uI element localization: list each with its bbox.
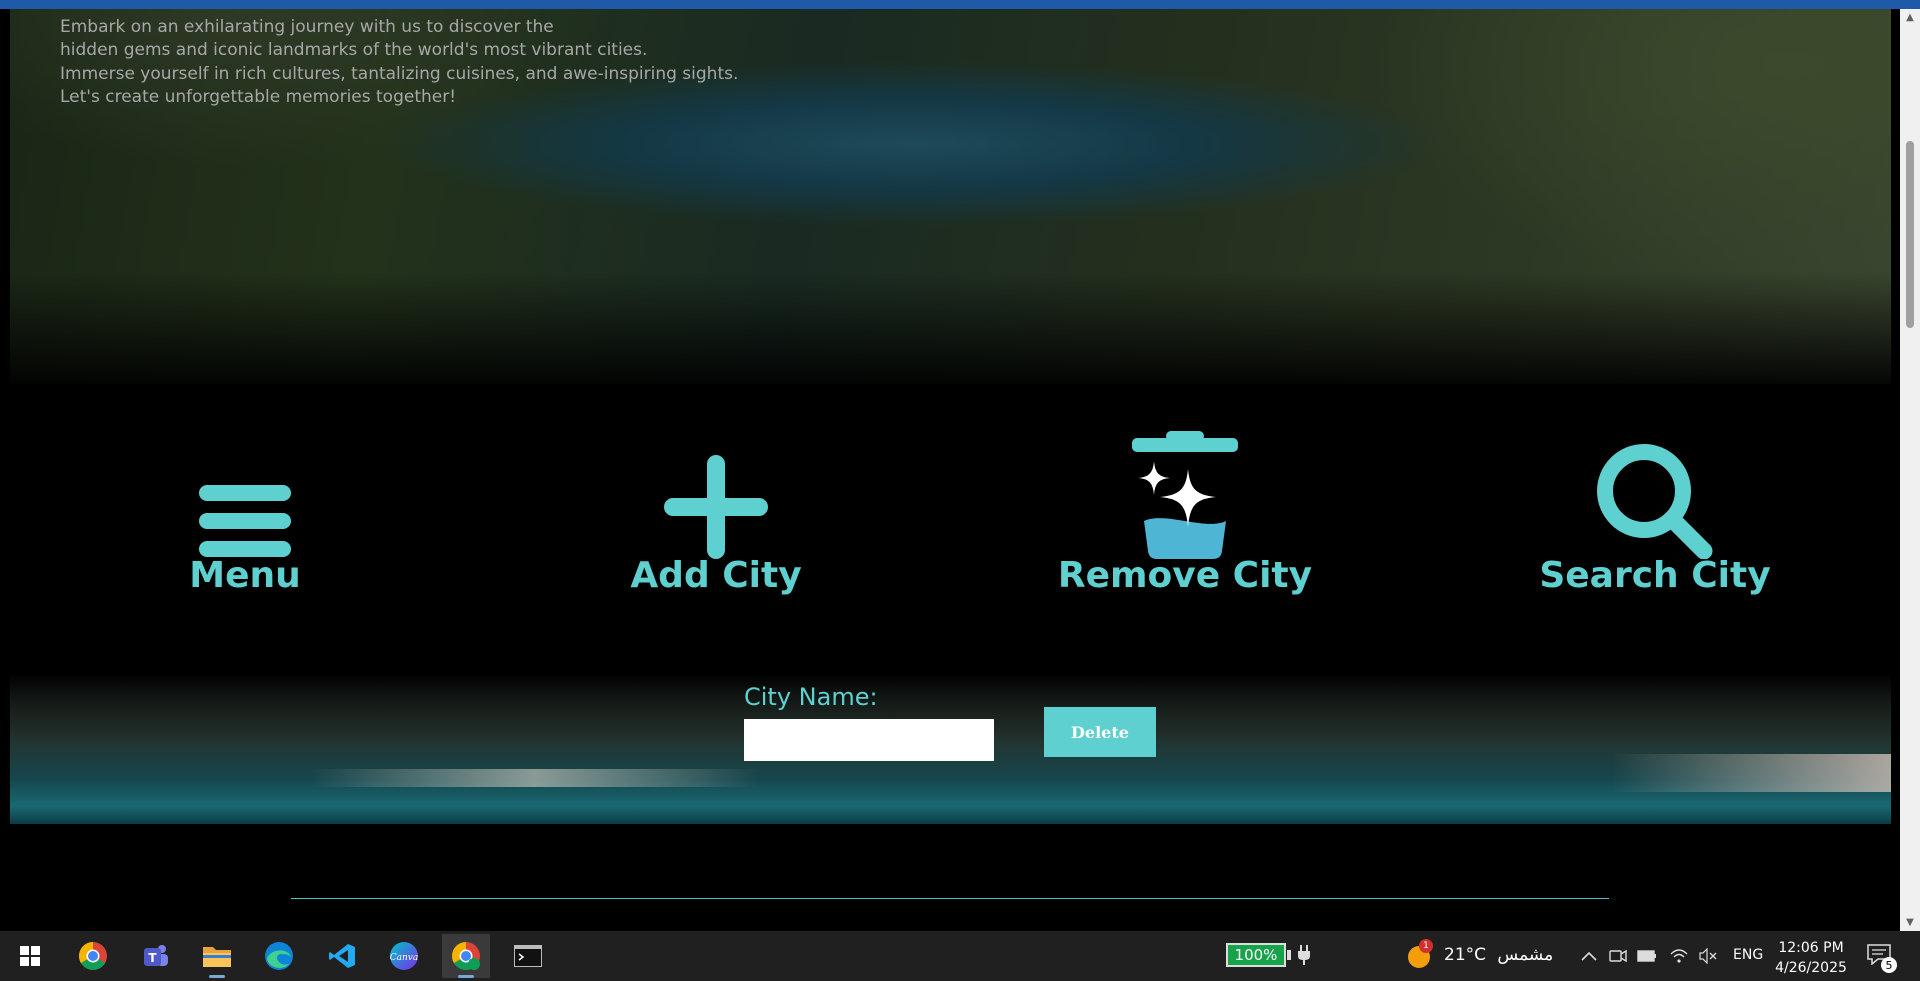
taskbar: T Canva 100% 1 21°C مشمس ENG 12:06 PM 4/… xyxy=(0,931,1920,981)
feature-search-city-label: Search City xyxy=(1539,555,1771,596)
page-viewport: Embark on an exhilarating journey with u… xyxy=(0,9,1900,931)
feature-remove-city-label: Remove City xyxy=(1057,555,1313,596)
intro-line-1: Embark on an exhilarating journey with u… xyxy=(60,17,554,37)
features-row: Menu Add City Remove City Search City xyxy=(0,384,1900,674)
clock-time: 12:06 PM xyxy=(1778,940,1844,956)
battery-tray-icon[interactable] xyxy=(1637,945,1657,967)
svg-text:Canva: Canva xyxy=(390,953,419,963)
feature-menu-label: Menu xyxy=(189,555,301,596)
file-explorer-icon[interactable] xyxy=(193,934,241,978)
search-icon xyxy=(1420,429,1890,559)
notifications-count: 5 xyxy=(1881,957,1897,973)
intro-line-2: hidden gems and iconic landmarks of the … xyxy=(60,40,648,61)
weather-badge: 1 xyxy=(1419,939,1433,953)
city-name-input[interactable] xyxy=(744,719,994,761)
canva-icon[interactable]: Canva xyxy=(380,934,428,978)
plus-icon xyxy=(481,429,951,559)
scroll-down-arrow-icon[interactable]: ▼ xyxy=(1900,914,1920,931)
feature-add-city-label: Add City xyxy=(630,555,802,596)
edge-icon[interactable] xyxy=(255,934,303,978)
language-indicator[interactable]: ENG xyxy=(1733,947,1763,963)
windows-start-icon[interactable] xyxy=(6,934,54,978)
feature-add-city[interactable]: Add City xyxy=(481,384,951,674)
meet-now-icon[interactable] xyxy=(1608,945,1628,967)
battery-indicator[interactable]: 100% xyxy=(1226,943,1286,967)
clock-date: 4/26/2025 xyxy=(1775,960,1847,976)
scrollbar-thumb[interactable] xyxy=(1906,141,1914,328)
weather-text[interactable]: 21°C مشمس xyxy=(1444,945,1553,965)
chrome-icon[interactable] xyxy=(69,934,117,978)
delete-button[interactable]: Delete xyxy=(1044,707,1156,757)
city-name-label: City Name: xyxy=(744,683,878,711)
feature-remove-city[interactable]: Remove City xyxy=(950,384,1420,674)
chevron-up-icon[interactable] xyxy=(1579,945,1599,967)
hero-mountain-right xyxy=(1371,9,1891,289)
scroll-up-arrow-icon[interactable]: ▲ xyxy=(1900,9,1920,26)
vertical-scrollbar[interactable]: ▲ ▼ xyxy=(1900,9,1920,931)
svg-text:T: T xyxy=(148,951,157,965)
wifi-icon[interactable] xyxy=(1669,945,1689,967)
lake-shore-right xyxy=(1611,754,1891,792)
clean-trash-icon xyxy=(950,429,1420,559)
chrome-profile-icon[interactable] xyxy=(442,934,490,978)
teams-icon[interactable]: T xyxy=(131,934,179,978)
feature-menu[interactable]: Menu xyxy=(10,384,480,674)
system-clock[interactable]: 12:06 PM 4/26/2025 xyxy=(1772,938,1850,978)
menu-icon xyxy=(10,429,480,559)
chrome-profile-indicator xyxy=(458,975,474,978)
battery-nub xyxy=(1287,950,1291,960)
lake-shore-left xyxy=(310,769,760,787)
window-top-bar xyxy=(0,0,1920,9)
terminal-icon[interactable] xyxy=(504,934,552,978)
power-plug-icon xyxy=(1297,944,1311,966)
vscode-icon[interactable] xyxy=(318,934,366,978)
intro-line-4: Let's create unforgettable memories toge… xyxy=(60,86,457,107)
feature-search-city[interactable]: Search City xyxy=(1420,384,1890,674)
volume-muted-icon[interactable] xyxy=(1698,945,1718,967)
file-explorer-indicator xyxy=(209,975,225,978)
temperature: 21°C xyxy=(1444,945,1487,965)
intro-text: Embark on an exhilarating journey with u… xyxy=(60,16,738,109)
intro-line-3: Immerse yourself in rich cultures, tanta… xyxy=(60,63,739,84)
section-divider xyxy=(291,898,1609,899)
weather-condition: مشمس xyxy=(1497,945,1554,965)
